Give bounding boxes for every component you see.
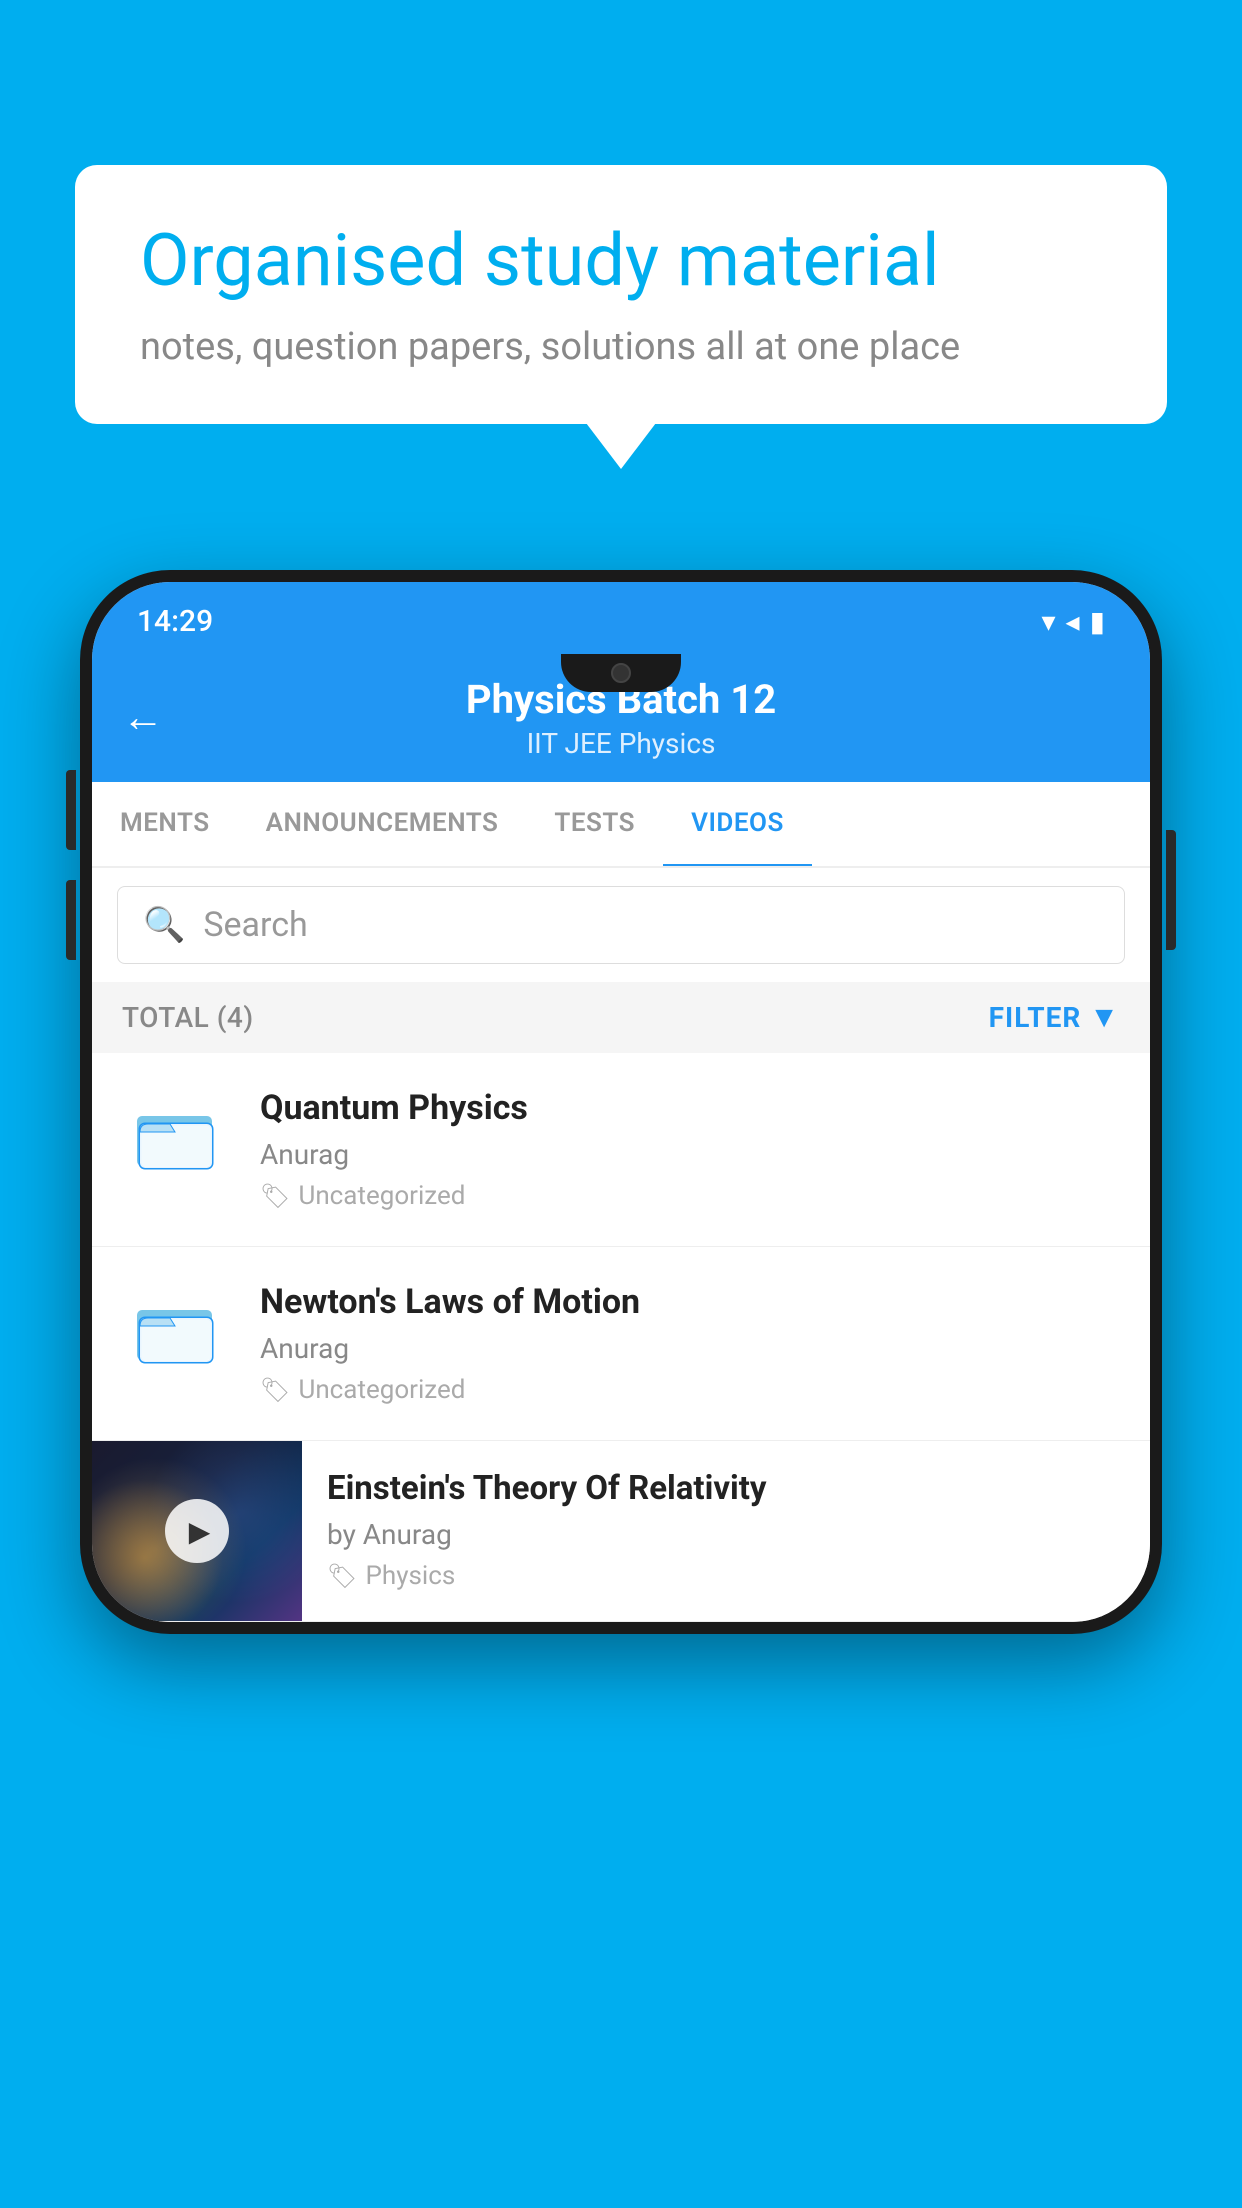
filter-icon: ▼ bbox=[1089, 1000, 1120, 1035]
filter-button[interactable]: FILTER ▼ bbox=[989, 1000, 1120, 1035]
video-author: by Anurag bbox=[327, 1518, 1125, 1551]
notch bbox=[561, 654, 681, 692]
search-container: 🔍 Search bbox=[92, 868, 1150, 982]
video-title: Newton's Laws of Motion bbox=[260, 1282, 1120, 1322]
video-tag: 🏷 Physics bbox=[327, 1561, 1125, 1591]
play-icon: ▶ bbox=[189, 1515, 211, 1548]
status-icons: ▾ ◂ ▮ bbox=[1041, 605, 1105, 638]
notch-area: 14:29 ▾ ◂ ▮ bbox=[92, 582, 1150, 654]
back-button[interactable]: ← bbox=[122, 697, 164, 739]
folder-thumbnail bbox=[122, 1088, 232, 1178]
status-time: 14:29 bbox=[137, 604, 213, 639]
tag-icon: 🏷 bbox=[327, 1562, 357, 1590]
content-area: Quantum Physics Anurag 🏷 Uncategorized bbox=[92, 1053, 1150, 1622]
search-bar[interactable]: 🔍 Search bbox=[117, 886, 1125, 964]
tab-bar: MENTS ANNOUNCEMENTS TESTS VIDEOS bbox=[92, 782, 1150, 868]
list-item[interactable]: Newton's Laws of Motion Anurag 🏷 Uncateg… bbox=[92, 1247, 1150, 1441]
tab-tests[interactable]: TESTS bbox=[526, 782, 663, 866]
list-item[interactable]: Quantum Physics Anurag 🏷 Uncategorized bbox=[92, 1053, 1150, 1247]
tag-icon: 🏷 bbox=[260, 1182, 290, 1210]
filter-label: FILTER bbox=[989, 1001, 1082, 1034]
video-info: Newton's Laws of Motion Anurag 🏷 Uncateg… bbox=[260, 1282, 1120, 1405]
tag-icon: 🏷 bbox=[260, 1376, 290, 1404]
tag-label: Uncategorized bbox=[298, 1375, 465, 1405]
total-count: TOTAL (4) bbox=[122, 1001, 254, 1034]
video-author: Anurag bbox=[260, 1138, 1120, 1171]
speech-bubble: Organised study material notes, question… bbox=[75, 165, 1167, 424]
camera bbox=[611, 663, 631, 683]
video-tag: 🏷 Uncategorized bbox=[260, 1181, 1120, 1211]
speech-bubble-title: Organised study material bbox=[140, 220, 1102, 303]
tab-ments[interactable]: MENTS bbox=[92, 782, 238, 866]
status-bar: 14:29 ▾ ◂ ▮ bbox=[92, 582, 1150, 654]
battery-icon: ▮ bbox=[1090, 605, 1105, 638]
video-info: Einstein's Theory Of Relativity by Anura… bbox=[302, 1441, 1150, 1619]
video-info: Quantum Physics Anurag 🏷 Uncategorized bbox=[260, 1088, 1120, 1211]
volume-down-button bbox=[66, 880, 76, 960]
video-tag: 🏷 Uncategorized bbox=[260, 1375, 1120, 1405]
video-title: Einstein's Theory Of Relativity bbox=[327, 1469, 1125, 1508]
speech-bubble-subtitle: notes, question papers, solutions all at… bbox=[140, 325, 1102, 369]
filter-bar: TOTAL (4) FILTER ▼ bbox=[92, 982, 1150, 1053]
signal-icon: ◂ bbox=[1066, 605, 1080, 638]
phone: 14:29 ▾ ◂ ▮ ← Physics Batch 12 IIT JEE P… bbox=[80, 570, 1162, 2208]
video-thumbnail: ▶ bbox=[92, 1441, 302, 1621]
tag-label: Physics bbox=[365, 1561, 455, 1591]
header-subtitle: IIT JEE Physics bbox=[184, 727, 1058, 760]
video-title: Quantum Physics bbox=[260, 1088, 1120, 1128]
list-item[interactable]: ▶ Einstein's Theory Of Relativity by Anu… bbox=[92, 1441, 1150, 1622]
tab-announcements[interactable]: ANNOUNCEMENTS bbox=[238, 782, 527, 866]
tag-label: Uncategorized bbox=[298, 1181, 465, 1211]
folder-thumbnail bbox=[122, 1282, 232, 1372]
volume-up-button bbox=[66, 770, 76, 850]
phone-screen: 14:29 ▾ ◂ ▮ ← Physics Batch 12 IIT JEE P… bbox=[92, 582, 1150, 1622]
folder-icon bbox=[132, 1096, 222, 1171]
wifi-icon: ▾ bbox=[1041, 605, 1055, 638]
search-placeholder: Search bbox=[203, 905, 307, 945]
phone-body: 14:29 ▾ ◂ ▮ ← Physics Batch 12 IIT JEE P… bbox=[80, 570, 1162, 1634]
folder-icon bbox=[132, 1290, 222, 1365]
play-button[interactable]: ▶ bbox=[165, 1499, 229, 1563]
power-button bbox=[1166, 830, 1176, 950]
tab-videos[interactable]: VIDEOS bbox=[663, 782, 812, 868]
search-icon: 🔍 bbox=[143, 905, 185, 945]
video-author: Anurag bbox=[260, 1332, 1120, 1365]
